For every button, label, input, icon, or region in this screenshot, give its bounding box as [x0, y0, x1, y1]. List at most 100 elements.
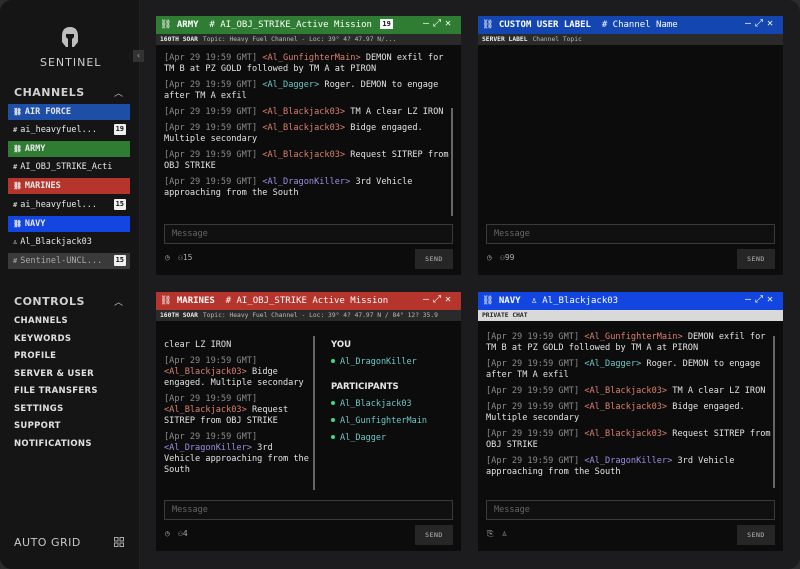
- close-icon[interactable]: ✕: [767, 294, 777, 305]
- minimize-icon[interactable]: —: [423, 294, 433, 305]
- message-sender[interactable]: <Al_Blackjack03>: [262, 123, 345, 133]
- channel-topic: Topic: Heavy Fuel Channel - Loc: 39° 4? …: [202, 36, 397, 43]
- chat-message: [Apr 29 19:59 GMT] <Al_Blackjack03> TM A…: [164, 107, 451, 118]
- channel-item[interactable]: ♙ Al_Blackjack03: [8, 234, 130, 250]
- message-input[interactable]: Message: [486, 224, 775, 244]
- message-sender[interactable]: <Al_Blackjack03>: [584, 402, 667, 412]
- channel-group-header[interactable]: ⛓ NAVY: [8, 216, 130, 232]
- participant-item[interactable]: Al_Dagger: [331, 433, 386, 443]
- close-icon[interactable]: ✕: [767, 18, 777, 29]
- panel-title-bar: ⛓ CUSTOM USER LABEL # Channel Name: [478, 16, 783, 34]
- message-sender[interactable]: <Al_DragonKiller>: [164, 443, 252, 453]
- scrollbar[interactable]: [313, 336, 315, 490]
- sidebar: SENTINEL ‹ CHANNELS ︿ ⛓ AIR FORCE # ai_heav…: [0, 0, 144, 569]
- message-text: clear LZ IRON: [164, 340, 232, 350]
- history-icon[interactable]: ◷: [165, 253, 170, 262]
- link-icon: ⛓: [160, 296, 172, 306]
- message-sender[interactable]: <Al_Dagger>: [262, 80, 319, 90]
- message-sender[interactable]: <Al_Blackjack03>: [262, 150, 345, 160]
- user-icon: ♙: [13, 238, 18, 246]
- expand-icon[interactable]: ⤢: [755, 294, 767, 305]
- expand-icon[interactable]: ⤢: [433, 294, 445, 305]
- expand-icon[interactable]: ⤢: [433, 18, 445, 29]
- close-icon[interactable]: ✕: [445, 18, 455, 29]
- panel-title-bar: ⛓ MARINES # AI_OBJ_STRIKE Active Mission: [156, 292, 461, 310]
- attach-file-icon[interactable]: ⎘: [487, 529, 493, 539]
- scrollbar[interactable]: [773, 336, 775, 488]
- users-icon[interactable]: ⚇4: [178, 529, 188, 538]
- chat-message: [Apr 29 19:59 GMT] <Al_DragonKiller> 3rd…: [486, 456, 773, 478]
- message-sender[interactable]: <Al_GunfighterMain>: [262, 53, 360, 63]
- users-icon[interactable]: ⚇15: [178, 253, 192, 262]
- users-icon[interactable]: ⚇99: [500, 253, 514, 262]
- channel-label: AI_OBJ_STRIKE_Acti: [20, 162, 113, 172]
- participant-item[interactable]: Al_Blackjack03: [331, 399, 412, 409]
- user-icon[interactable]: ♙: [502, 529, 507, 538]
- message-input[interactable]: Message: [164, 224, 453, 244]
- message-list: clear LZ IRON [Apr 29 19:59 GMT] <Al_Blac…: [164, 340, 311, 496]
- logo: SENTINEL: [40, 26, 100, 69]
- online-indicator: [331, 359, 335, 363]
- message-sender[interactable]: <Al_DragonKiller>: [584, 456, 672, 466]
- chevron-up-icon[interactable]: ︿: [114, 295, 123, 308]
- chat-message: [Apr 29 19:59 GMT] <Al_Dagger> Roger. DE…: [486, 359, 773, 381]
- minimize-icon[interactable]: —: [745, 18, 755, 29]
- message-sender[interactable]: <Al_Blackjack03>: [584, 429, 667, 439]
- message-sender[interactable]: <Al_Blackjack03>: [164, 405, 247, 415]
- channel-item[interactable]: # AI_OBJ_STRIKE_Acti: [8, 159, 130, 175]
- unread-badge: 15: [113, 255, 126, 266]
- message-sender[interactable]: <Al_Blackjack03>: [584, 386, 667, 396]
- controls-section-title: CONTROLS: [14, 295, 85, 308]
- panel-title-bar: ⛓ NAVY ♙ Al_Blackjack03: [478, 292, 783, 310]
- history-icon[interactable]: ◷: [165, 529, 170, 538]
- chevron-up-icon[interactable]: ︿: [114, 86, 123, 99]
- you-title: YOU: [331, 340, 351, 350]
- message-timestamp: [Apr 29 19:59 GMT]: [164, 432, 258, 442]
- chat-panel-navy: ⛓ NAVY ♙ Al_Blackjack03 —⤢✕ PRIVATE CHAT…: [478, 292, 783, 551]
- participant-item[interactable]: Al_GunfighterMain: [331, 416, 427, 426]
- control-item[interactable]: NOTIFICATIONS: [14, 439, 92, 449]
- send-button[interactable]: SEND: [737, 525, 775, 545]
- channel-group-header[interactable]: ⛓ ARMY: [8, 141, 130, 157]
- message-sender[interactable]: <Al_DragonKiller>: [262, 177, 350, 187]
- message-timestamp: [Apr 29 19:59 GMT]: [164, 107, 258, 117]
- user-count: 99: [504, 253, 515, 262]
- control-item[interactable]: CHANNELS: [14, 316, 68, 326]
- hash-icon: #: [220, 296, 232, 306]
- auto-grid-label[interactable]: AUTO GRID: [14, 536, 81, 549]
- channel-item[interactable]: # ai_heavyfuel... 19: [8, 122, 130, 138]
- channel-item[interactable]: # ai_heavyfuel... 15: [8, 197, 130, 213]
- message-sender[interactable]: <Al_Dagger>: [584, 359, 641, 369]
- online-indicator: [331, 435, 335, 439]
- control-item[interactable]: PROFILE: [14, 351, 56, 361]
- control-item[interactable]: FILE TRANSFERS: [14, 386, 98, 396]
- expand-icon[interactable]: ⤢: [755, 18, 767, 29]
- channel-item[interactable]: # Sentinel-UNCL... 15: [8, 253, 130, 269]
- send-button[interactable]: SEND: [737, 249, 775, 269]
- message-timestamp: [Apr 29 19:59 GMT]: [486, 456, 580, 466]
- unread-badge: 15: [113, 199, 126, 210]
- message-sender[interactable]: <Al_Blackjack03>: [164, 367, 247, 377]
- control-item[interactable]: SERVER & USER: [14, 369, 94, 379]
- control-item[interactable]: SETTINGS: [14, 404, 64, 414]
- message-input[interactable]: Message: [486, 500, 775, 520]
- channel-topic: Topic: Heavy Fuel Channel - Loc: 39° 4? …: [202, 312, 438, 319]
- message-sender[interactable]: <Al_GunfighterMain>: [584, 332, 682, 342]
- channel-group-header[interactable]: ⛓ MARINES: [8, 178, 130, 194]
- participant-you[interactable]: Al_DragonKiller: [331, 357, 417, 367]
- message-input[interactable]: Message: [164, 500, 453, 520]
- message-sender[interactable]: <Al_Blackjack03>: [262, 107, 345, 117]
- control-item[interactable]: SUPPORT: [14, 421, 61, 431]
- close-icon[interactable]: ✕: [445, 294, 455, 305]
- scrollbar[interactable]: [451, 108, 453, 216]
- control-item[interactable]: KEYWORDS: [14, 334, 71, 344]
- collapse-sidebar-button[interactable]: ‹: [133, 50, 144, 62]
- grid-icon[interactable]: [114, 537, 124, 547]
- channel-group-header[interactable]: ⛓ AIR FORCE: [8, 104, 130, 120]
- minimize-icon[interactable]: —: [745, 294, 755, 305]
- send-button[interactable]: SEND: [415, 525, 453, 545]
- history-icon[interactable]: ◷: [487, 253, 492, 262]
- minimize-icon[interactable]: —: [423, 18, 433, 29]
- unread-badge: 19: [113, 124, 126, 135]
- send-button[interactable]: SEND: [415, 249, 453, 269]
